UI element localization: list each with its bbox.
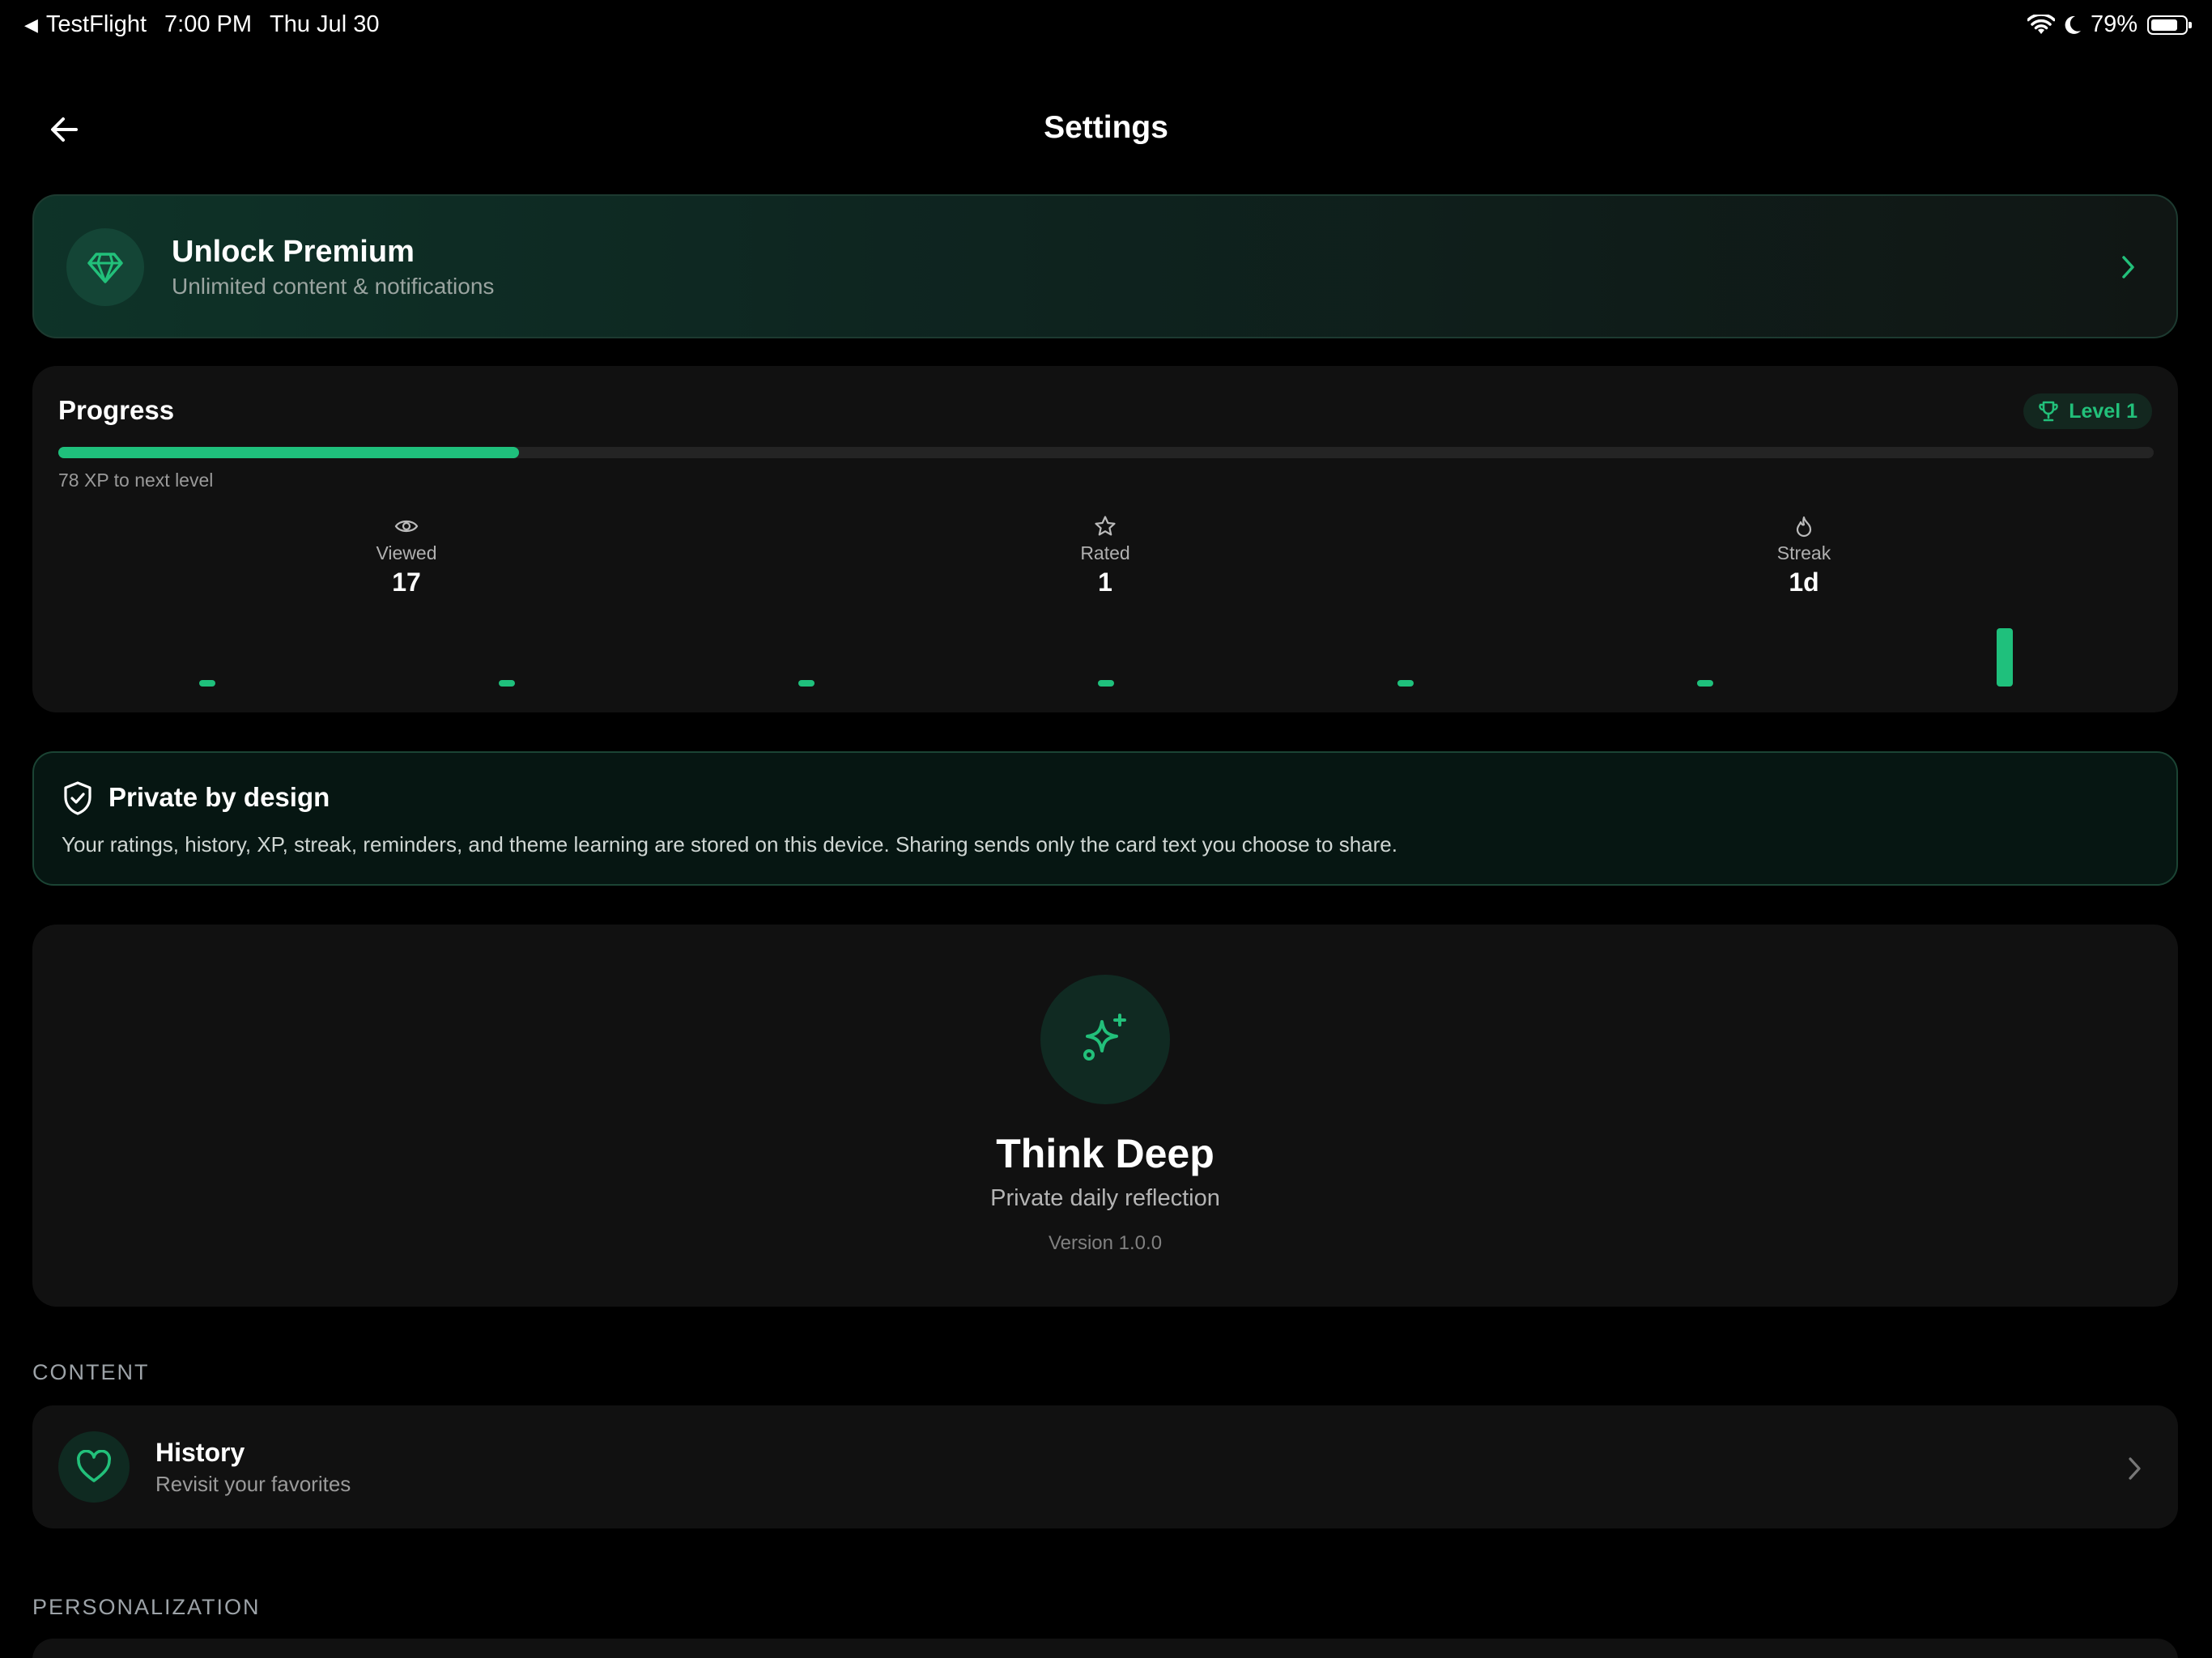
app-info-card: Think Deep Private daily reflection Vers… — [32, 925, 2178, 1307]
history-subtitle: Revisit your favorites — [155, 1472, 351, 1496]
page-title: Settings — [1044, 110, 1168, 145]
wifi-icon — [2027, 14, 2055, 34]
app-icon-circle — [1040, 975, 1170, 1104]
premium-title: Unlock Premium — [172, 235, 415, 269]
stat-viewed: Viewed 17 — [325, 512, 487, 597]
heart-icon — [77, 1450, 111, 1482]
privacy-title: Private by design — [108, 782, 330, 812]
settings-screen: ◀ TestFlight 7:00 PM Thu Jul 30 79% Sett… — [0, 0, 2212, 1658]
activity-bar — [1997, 628, 2013, 687]
status-date: Thu Jul 30 — [270, 11, 380, 37]
stat-value: 1 — [1098, 568, 1112, 597]
history-title: History — [155, 1438, 245, 1467]
stat-label: Rated — [1080, 542, 1130, 563]
activity-bar — [1397, 680, 1414, 687]
level-badge: Level 1 — [2023, 393, 2152, 429]
unlock-premium-card[interactable]: Unlock Premium Unlimited content & notif… — [32, 194, 2178, 338]
privacy-card: Private by design Your ratings, history,… — [32, 751, 2178, 886]
flame-icon — [1796, 516, 1812, 538]
status-right: 79% — [2027, 11, 2192, 38]
status-time: 7:00 PM — [164, 11, 253, 37]
moon-icon — [2065, 15, 2081, 34]
battery-icon — [2147, 15, 2192, 35]
eye-icon — [394, 520, 419, 533]
history-row[interactable]: History Revisit your favorites — [32, 1405, 2178, 1528]
app-version: Version 1.0.0 — [1048, 1232, 1163, 1254]
premium-subtitle: Unlimited content & notifications — [172, 274, 495, 299]
stat-streak: Streak 1d — [1723, 512, 1885, 597]
progress-title: Progress — [58, 395, 175, 425]
stat-value: 17 — [392, 568, 421, 597]
activity-bar — [1697, 680, 1713, 687]
privacy-body: Your ratings, history, XP, streak, remin… — [62, 832, 1397, 857]
chevron-right-icon — [2129, 1457, 2141, 1480]
xp-progress-bar — [58, 447, 2154, 458]
back-to-app-icon[interactable]: ◀ — [24, 15, 38, 36]
app-name: Think Deep — [996, 1131, 1214, 1176]
activity-bar — [499, 680, 515, 687]
activity-bar — [199, 680, 215, 687]
status-left: ◀ TestFlight 7:00 PM Thu Jul 30 — [24, 11, 379, 38]
stat-label: Streak — [1776, 542, 1831, 563]
xp-progress-fill — [58, 447, 520, 458]
battery-percent: 79% — [2090, 11, 2138, 37]
app-tagline: Private daily reflection — [990, 1185, 1220, 1211]
section-header-content: CONTENT — [32, 1360, 150, 1384]
section-header-personalization: PERSONALIZATION — [32, 1595, 261, 1619]
premium-icon-circle — [66, 228, 144, 306]
level-label: Level 1 — [2069, 399, 2138, 423]
activity-bar — [798, 680, 815, 687]
status-bar: ◀ TestFlight 7:00 PM Thu Jul 30 79% — [0, 0, 2212, 52]
xp-to-next-level: 78 XP to next level — [58, 470, 214, 491]
personalization-card[interactable] — [32, 1639, 2178, 1658]
star-icon — [1095, 516, 1116, 536]
sparkles-icon — [1083, 1014, 1126, 1061]
activity-bar — [1098, 680, 1114, 687]
stat-label: Viewed — [376, 542, 437, 563]
stat-rated: Rated 1 — [1024, 512, 1186, 597]
chevron-right-icon — [2122, 256, 2134, 278]
history-icon-circle — [58, 1431, 130, 1503]
shield-check-icon — [64, 781, 91, 815]
stat-value: 1d — [1789, 568, 1819, 597]
back-to-app-label[interactable]: TestFlight — [46, 11, 147, 38]
trophy-icon — [2039, 401, 2058, 422]
battery-fill — [2151, 19, 2177, 31]
diamond-icon — [87, 253, 123, 283]
progress-card: Progress Level 1 78 XP to next level Vie… — [32, 366, 2178, 712]
